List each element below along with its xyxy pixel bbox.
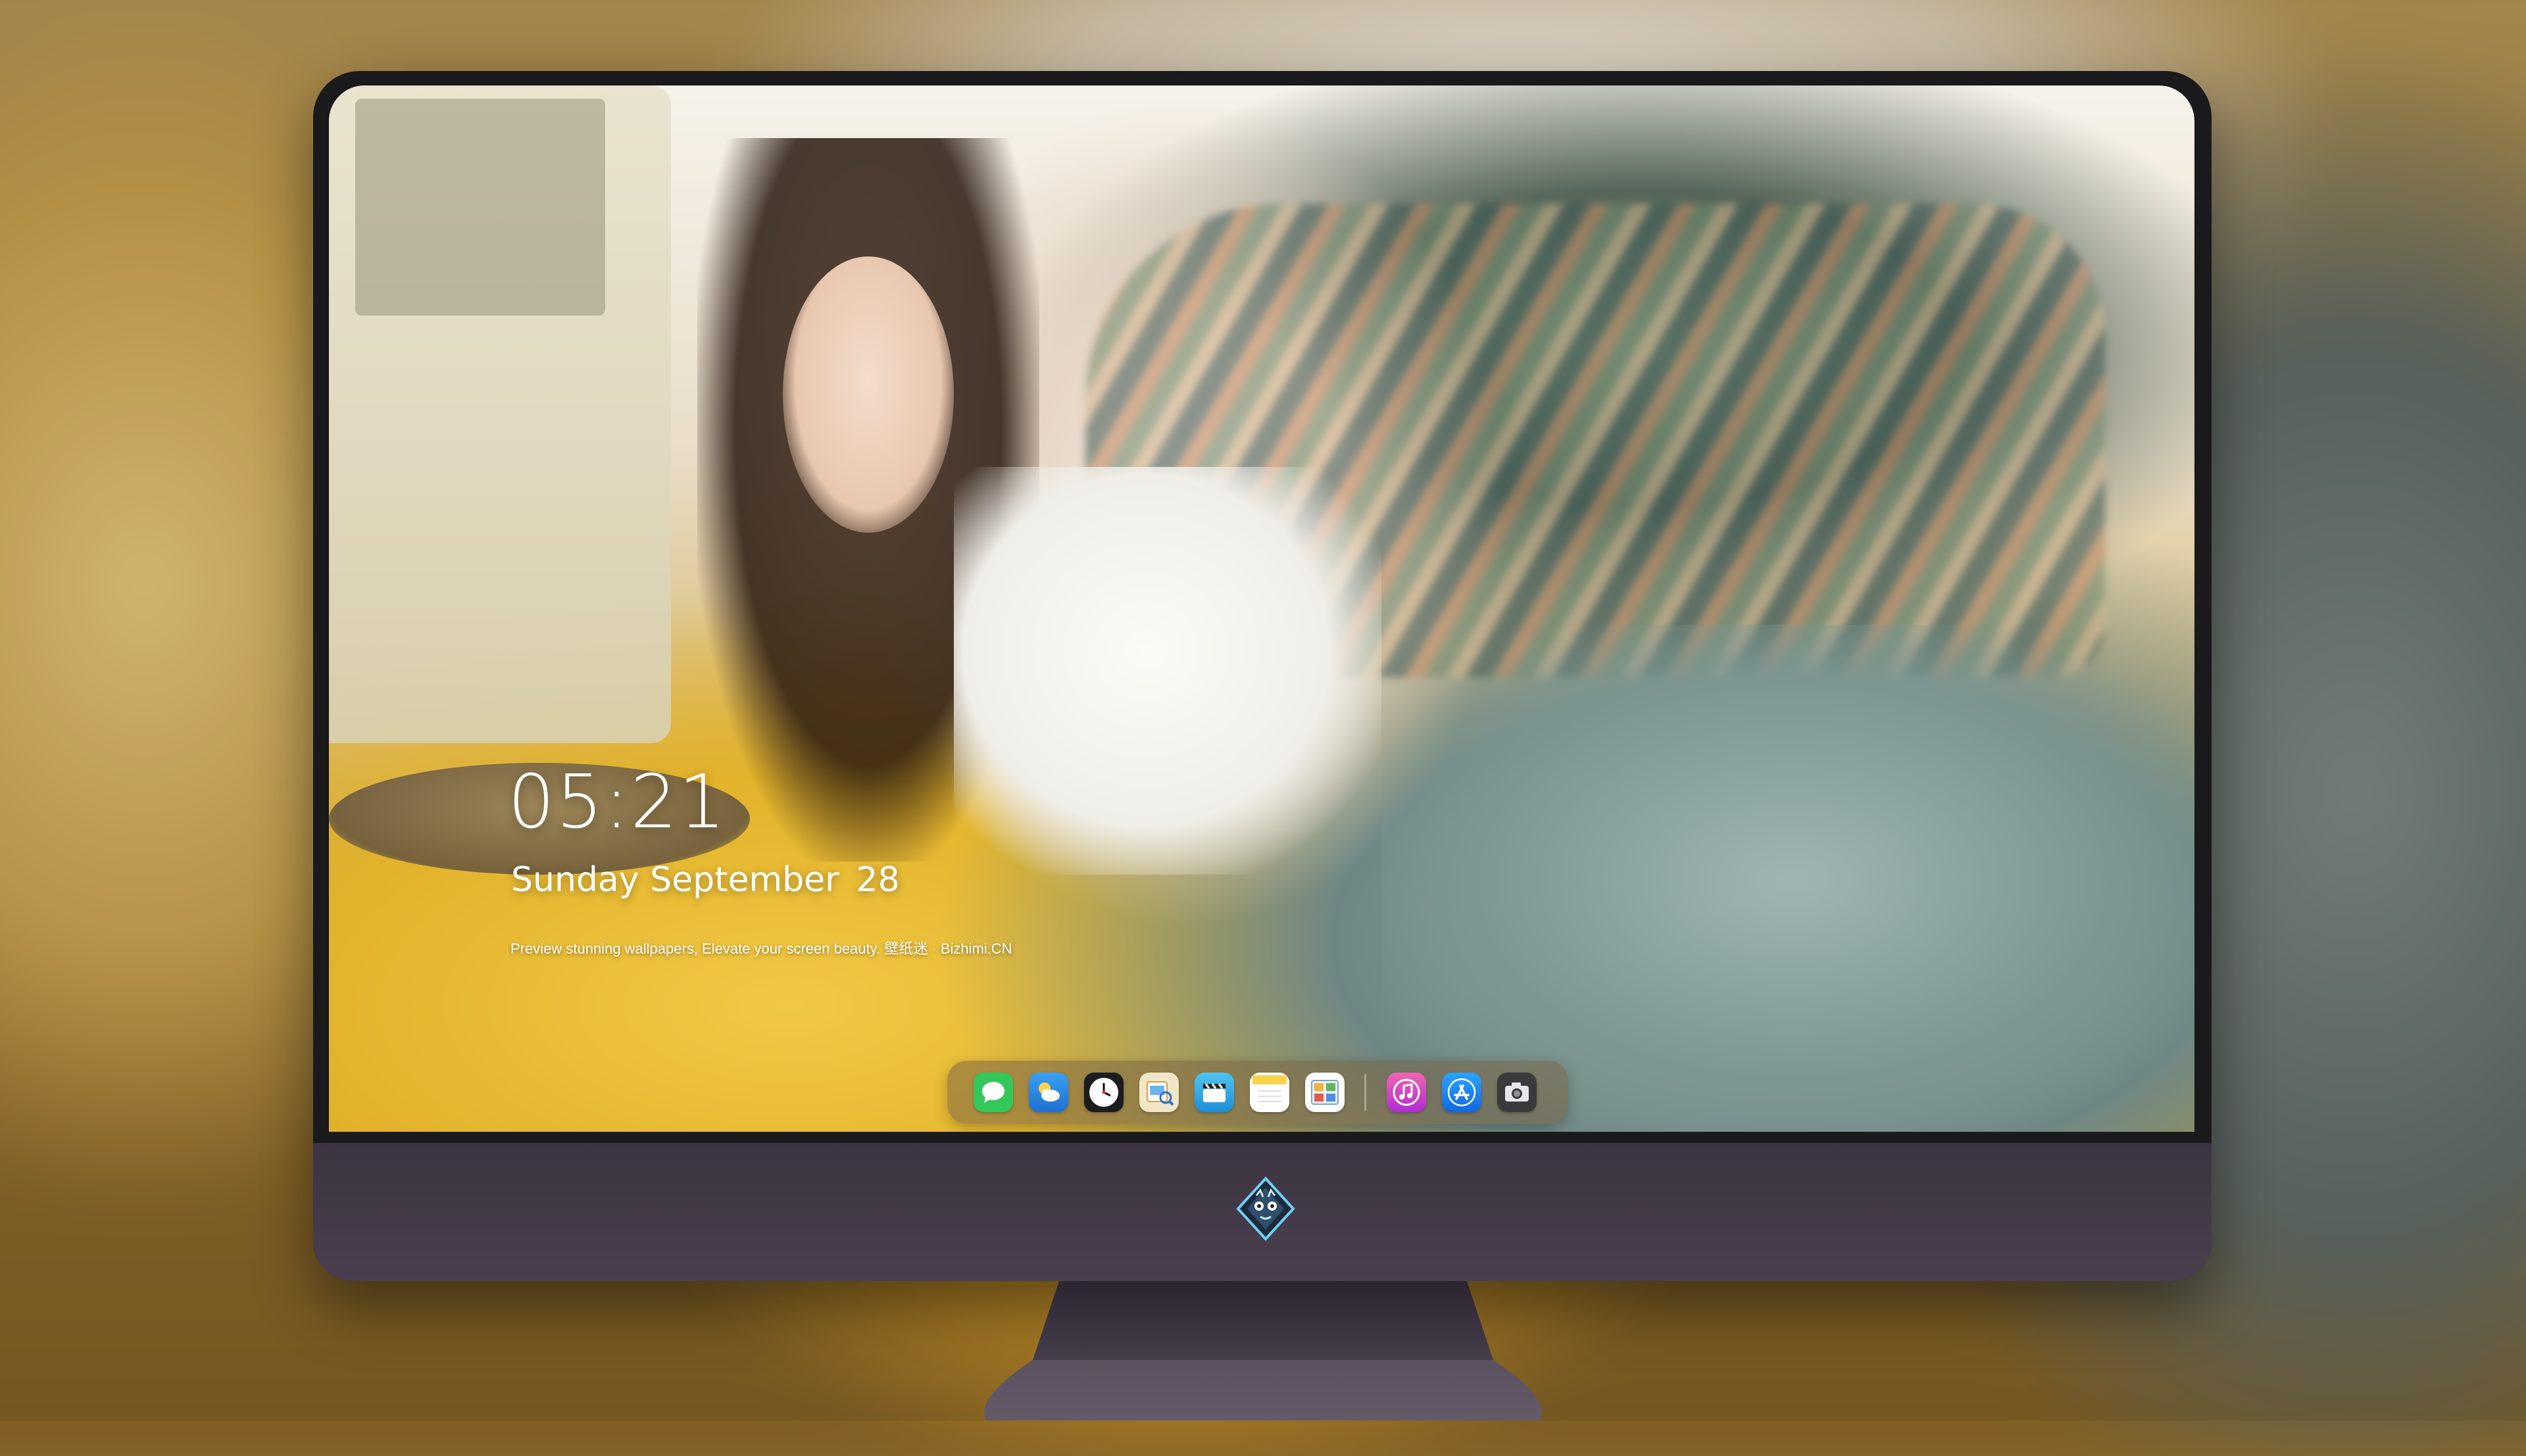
brand-logo-icon bbox=[1236, 1177, 1295, 1241]
wallpaper-retro-computer bbox=[329, 85, 671, 743]
camera-icon[interactable] bbox=[1497, 1073, 1537, 1112]
wallpaper-overalls bbox=[1381, 625, 2194, 1132]
dock-separator bbox=[1364, 1074, 1366, 1111]
desktop-monitor: 05:21 Sunday September 28 Preview stunnin… bbox=[313, 71, 2212, 1281]
lockscreen-date: Sunday September 28 bbox=[511, 860, 900, 900]
monitor-chin bbox=[313, 1143, 2212, 1281]
clapper-icon[interactable] bbox=[1195, 1073, 1234, 1112]
app-store-icon[interactable] bbox=[1442, 1073, 1481, 1112]
clock-icon[interactable] bbox=[1084, 1073, 1124, 1112]
preview-icon[interactable] bbox=[1139, 1073, 1179, 1112]
dock bbox=[947, 1061, 1568, 1124]
weather-icon[interactable] bbox=[1029, 1073, 1068, 1112]
wallpaper-face bbox=[783, 256, 954, 533]
music-note-icon[interactable] bbox=[1387, 1073, 1426, 1112]
messages-icon[interactable] bbox=[974, 1073, 1013, 1112]
lockscreen-time: 05:21 bbox=[508, 760, 727, 845]
notes-icon[interactable] bbox=[1250, 1073, 1289, 1112]
photo-icon[interactable] bbox=[1305, 1073, 1345, 1112]
lockscreen-tagline: Preview stunning wallpapers, Elevate you… bbox=[510, 940, 1012, 957]
wallpaper-shirt bbox=[954, 467, 1381, 875]
date-day: 28 bbox=[856, 860, 900, 900]
monitor-stand bbox=[984, 1281, 1542, 1420]
monitor-screen: 05:21 Sunday September 28 Preview stunnin… bbox=[329, 85, 2194, 1132]
date-weekday-month: Sunday September bbox=[511, 860, 839, 900]
